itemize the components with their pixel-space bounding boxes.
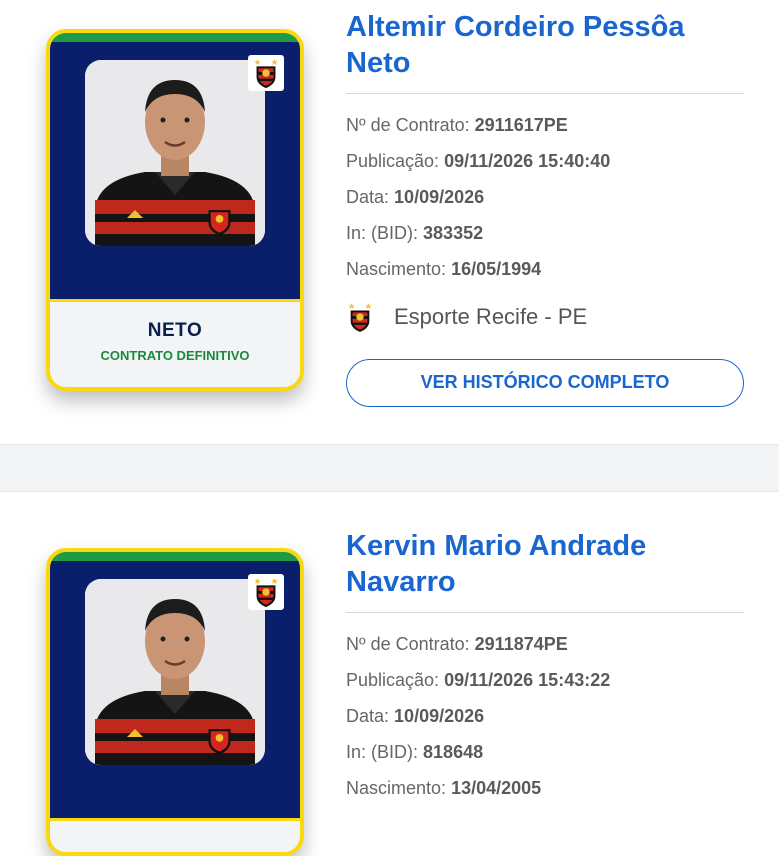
player-card[interactable] <box>46 548 304 856</box>
publication-label: Publicação: <box>346 151 440 171</box>
card-green-stripe <box>50 33 300 42</box>
date-value: 10/09/2026 <box>394 187 485 207</box>
birth-value: 16/05/1994 <box>451 259 542 279</box>
contract-value: 2911617PE <box>474 115 568 135</box>
publication-row: Publicação: 09/11/2026 15:43:22 <box>346 662 610 698</box>
publication-value: 09/11/2026 15:40:40 <box>444 151 611 171</box>
player-info: Nº de Contrato: 2911617PE Publicação: 09… <box>346 107 610 287</box>
player-nickname: NETO <box>147 320 203 341</box>
contract-value: 2911874PE <box>474 634 568 654</box>
player-photo <box>85 579 265 765</box>
player-name-line2: Neto <box>346 47 411 79</box>
date-label: Data: <box>346 706 390 726</box>
player-card[interactable]: NETO CONTRATO DEFINITIVO <box>46 29 304 391</box>
club-crest-icon <box>248 574 284 610</box>
contract-number-row: Nº de Contrato: 2911874PE <box>346 626 610 662</box>
player-photo <box>85 60 265 246</box>
contract-type: CONTRATO DEFINITIVO <box>100 348 250 363</box>
player-name-line1: Altemir Cordeiro Pessôa <box>346 11 685 43</box>
birth-label: Nascimento: <box>346 778 447 798</box>
card-photo-area <box>50 561 300 821</box>
birth-row: Nascimento: 16/05/1994 <box>346 251 610 287</box>
entry-separator <box>0 444 779 492</box>
publication-value: 09/11/2026 15:43:22 <box>444 670 611 690</box>
publication-label: Publicação: <box>346 670 440 690</box>
contract-number-row: Nº de Contrato: 2911617PE <box>346 107 610 143</box>
bid-row: In: (BID): 383352 <box>346 215 610 251</box>
club-crest-icon <box>348 303 372 332</box>
birth-row: Nascimento: 13/04/2005 <box>346 770 610 806</box>
bid-row: In: (BID): 818648 <box>346 734 610 770</box>
player-name-line2: Navarro <box>346 566 456 598</box>
player-full-name: Kervin Mario Andrade Navarro <box>346 528 746 600</box>
player-info: Nº de Contrato: 2911874PE Publicação: 09… <box>346 626 610 806</box>
club-crest-icon <box>248 55 284 91</box>
date-label: Data: <box>346 187 390 207</box>
birth-label: Nascimento: <box>346 259 447 279</box>
date-row: Data: 10/09/2026 <box>346 698 610 734</box>
bid-label: In: (BID): <box>346 223 419 243</box>
card-green-stripe <box>50 552 300 561</box>
date-row: Data: 10/09/2026 <box>346 179 610 215</box>
card-footer: NETO CONTRATO DEFINITIVO <box>50 302 300 384</box>
club-row: Esporte Recife - PE <box>346 300 587 334</box>
player-name-line1: Kervin Mario Andrade <box>346 530 647 562</box>
club-name: Esporte Recife - PE <box>394 304 588 329</box>
player-full-name: Altemir Cordeiro Pessôa Neto <box>346 9 746 81</box>
player-entry: Kervin Mario Andrade Navarro Nº de Contr… <box>0 492 779 856</box>
bid-value: 818648 <box>423 742 484 762</box>
card-photo-area <box>50 42 300 302</box>
divider <box>346 93 744 94</box>
bid-label: In: (BID): <box>346 742 419 762</box>
contract-label: Nº de Contrato: <box>346 634 470 654</box>
birth-value: 13/04/2005 <box>451 778 542 798</box>
bid-value: 383352 <box>423 223 484 243</box>
view-full-history-button[interactable]: VER HISTÓRICO COMPLETO <box>346 359 744 407</box>
publication-row: Publicação: 09/11/2026 15:40:40 <box>346 143 610 179</box>
player-entry: NETO CONTRATO DEFINITIVO Altemir Cordeir… <box>0 0 779 444</box>
date-value: 10/09/2026 <box>394 706 485 726</box>
divider <box>346 612 744 613</box>
contract-label: Nº de Contrato: <box>346 115 470 135</box>
